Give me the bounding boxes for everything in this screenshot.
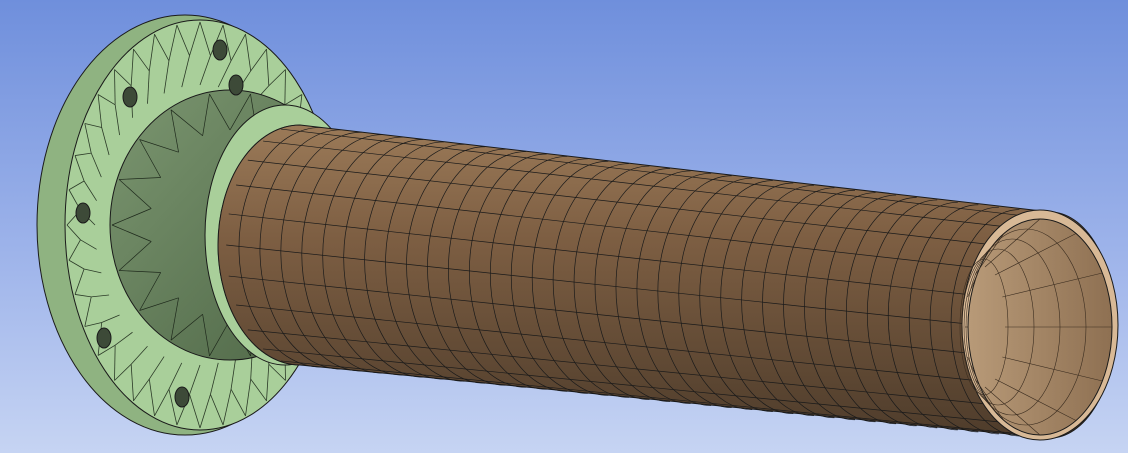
bolt-hole-icon xyxy=(122,86,138,108)
mesh-model-view[interactable] xyxy=(0,0,1128,453)
bolt-hole-icon xyxy=(75,202,91,224)
graphics-viewport[interactable] xyxy=(0,0,1128,453)
bolt-hole-icon xyxy=(174,386,190,408)
bolt-hole-icon xyxy=(228,74,244,96)
bolt-hole-icon xyxy=(96,327,112,349)
pipe-body[interactable] xyxy=(217,124,1119,441)
bolt-hole-icon xyxy=(212,39,228,61)
